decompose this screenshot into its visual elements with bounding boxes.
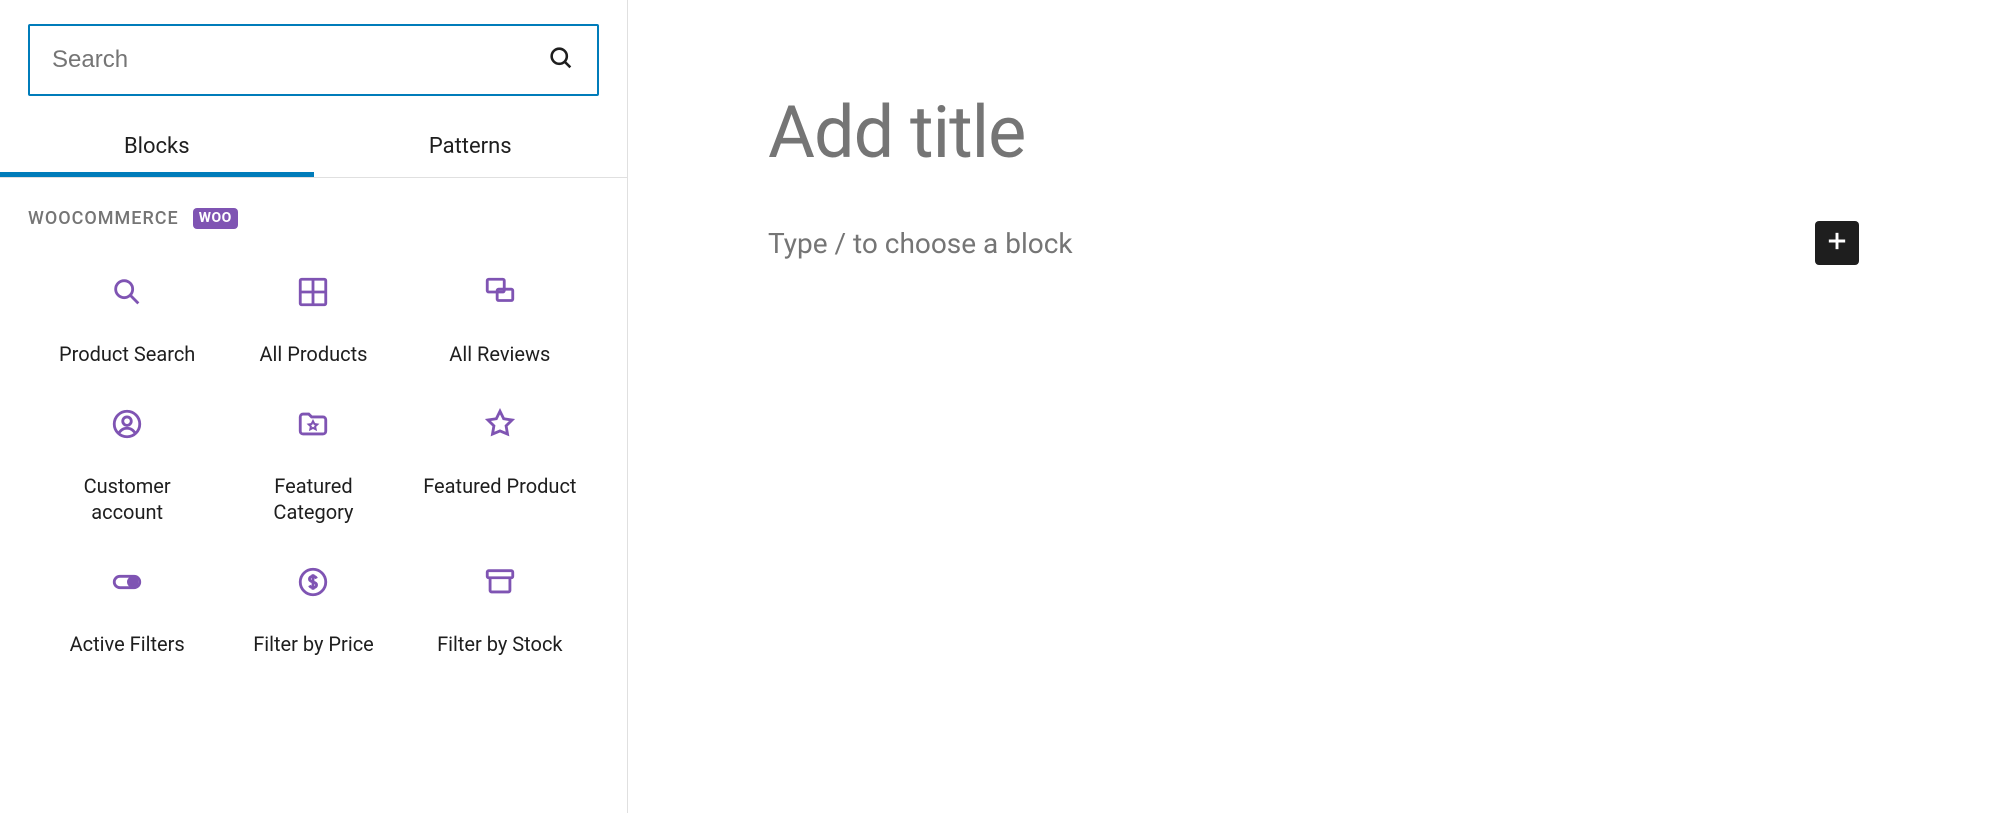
plus-icon [1823, 227, 1851, 259]
block-active-filters[interactable]: Active Filters [34, 565, 220, 657]
star-icon [483, 407, 517, 445]
app-root: Blocks Patterns WOOCOMMERCE WOO Product … [0, 0, 1999, 813]
search-wrap [0, 0, 627, 96]
block-featured-product[interactable]: Featured Product [407, 407, 593, 525]
search-input[interactable] [52, 46, 547, 74]
tab-blocks[interactable]: Blocks [0, 116, 314, 177]
default-block-row: Type / to choose a block [768, 221, 1859, 265]
user-circle-icon [110, 407, 144, 445]
dollar-circle-icon [296, 565, 330, 603]
block-all-reviews[interactable]: All Reviews [407, 275, 593, 367]
block-label: Active Filters [70, 631, 185, 657]
category-title: WOOCOMMERCE [28, 208, 179, 229]
add-block-button[interactable] [1815, 221, 1859, 265]
post-title-placeholder[interactable]: Add title [768, 90, 1859, 175]
inserter-tabs: Blocks Patterns [0, 116, 627, 178]
search-icon [547, 44, 575, 76]
block-inserter-sidebar: Blocks Patterns WOOCOMMERCE WOO Product … [0, 0, 628, 813]
block-filter-by-stock[interactable]: Filter by Stock [407, 565, 593, 657]
block-category: WOOCOMMERCE WOO Product Search [0, 178, 627, 677]
block-label: Filter by Price [253, 631, 374, 657]
tab-patterns[interactable]: Patterns [314, 116, 628, 177]
block-label: All Products [260, 341, 368, 367]
block-label: Featured Category [233, 473, 393, 525]
block-label: All Reviews [449, 341, 550, 367]
search-icon [110, 275, 144, 313]
chat-icon [483, 275, 517, 313]
category-header: WOOCOMMERCE WOO [28, 208, 599, 229]
block-product-search[interactable]: Product Search [34, 275, 220, 367]
archive-icon [483, 565, 517, 603]
block-customer-account[interactable]: Customer account [34, 407, 220, 525]
block-label: Filter by Stock [437, 631, 562, 657]
blocks-grid: Product Search All Products [28, 229, 599, 677]
grid-icon [296, 275, 330, 313]
toggle-icon [110, 565, 144, 603]
search-box[interactable] [28, 24, 599, 96]
block-filter-by-price[interactable]: Filter by Price [220, 565, 406, 657]
block-label: Product Search [59, 341, 195, 367]
block-label: Customer account [47, 473, 207, 525]
folder-star-icon [296, 407, 330, 445]
woo-badge-icon: WOO [193, 208, 238, 229]
block-label: Featured Product [423, 473, 576, 499]
block-placeholder-text[interactable]: Type / to choose a block [768, 227, 1815, 260]
editor-canvas: Add title Type / to choose a block [628, 0, 1999, 813]
block-featured-category[interactable]: Featured Category [220, 407, 406, 525]
block-all-products[interactable]: All Products [220, 275, 406, 367]
